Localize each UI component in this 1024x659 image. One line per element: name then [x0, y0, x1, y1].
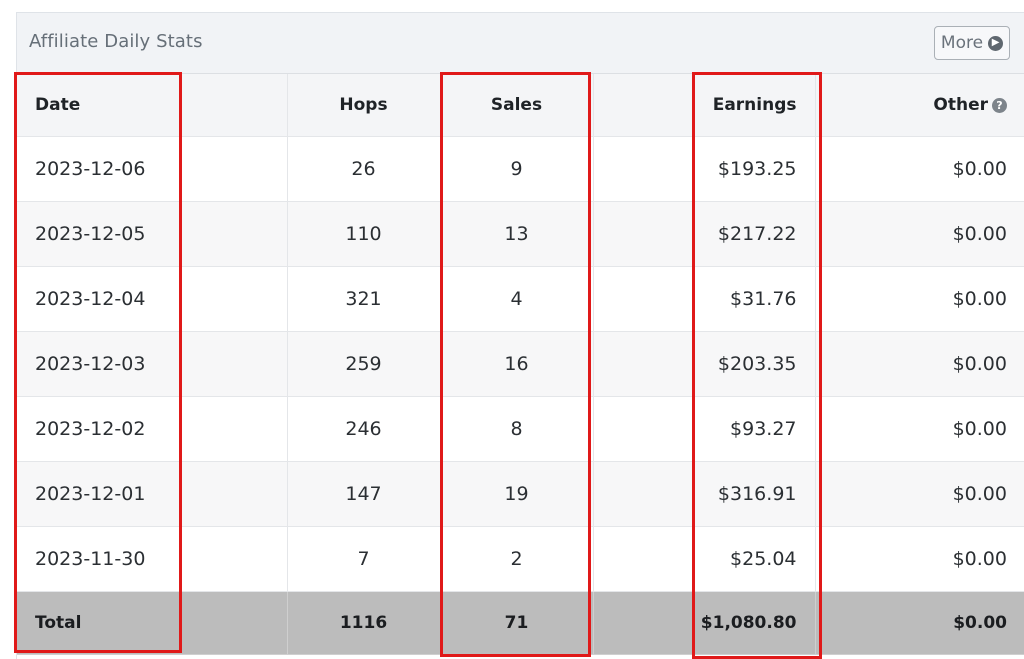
column-header-other-label: Other — [933, 94, 988, 115]
cell-earnings: $217.22 — [592, 200, 816, 267]
table-header-row: Date Hops Sales Earnings Other? — [17, 74, 1024, 137]
table-row: 2023-12-04 321 4 $31.76 $0.00 — [17, 265, 1024, 332]
table-row: 2023-12-03 259 16 $203.35 $0.00 — [17, 330, 1024, 397]
table-row: 2023-11-30 7 2 $25.04 $0.00 — [17, 525, 1024, 592]
total-sales: 71 — [439, 590, 594, 655]
cell-hops: 147 — [286, 460, 441, 527]
column-header-hops: Hops — [286, 74, 441, 137]
cell-date: 2023-12-02 — [17, 395, 288, 462]
cell-date: 2023-12-01 — [17, 460, 288, 527]
cell-sales: 8 — [439, 395, 594, 462]
column-header-earnings: Earnings — [592, 74, 816, 137]
column-header-sales: Sales — [439, 74, 594, 137]
cell-date: 2023-11-30 — [17, 525, 288, 592]
cell-earnings: $316.91 — [592, 460, 816, 527]
cell-hops: 110 — [286, 200, 441, 267]
total-other: $0.00 — [814, 590, 1024, 655]
cell-sales: 2 — [439, 525, 594, 592]
chevron-right-circle-icon: ▶ — [988, 35, 1004, 51]
cell-earnings: $203.35 — [592, 330, 816, 397]
table-body: 2023-12-06 26 9 $193.25 $0.00 2023-12-05 110 13… — [17, 135, 1024, 592]
cell-earnings: $31.76 — [592, 265, 816, 332]
panel-header: Affiliate Daily Stats More ▶ — [17, 13, 1024, 74]
table-row: 2023-12-02 246 8 $93.27 $0.00 — [17, 395, 1024, 462]
question-circle-icon[interactable]: ? — [992, 97, 1007, 113]
cell-hops: 246 — [286, 395, 441, 462]
more-button[interactable]: More ▶ — [934, 26, 1010, 60]
column-header-date: Date — [17, 74, 288, 137]
table-total-row: Total 1116 71 $1,080.80 $0.00 — [17, 590, 1024, 655]
cell-hops: 26 — [286, 135, 441, 202]
cell-other: $0.00 — [814, 395, 1024, 462]
table-row: 2023-12-06 26 9 $193.25 $0.00 — [17, 135, 1024, 202]
cell-date: 2023-12-05 — [17, 200, 288, 267]
total-earnings: $1,080.80 — [592, 590, 816, 655]
cell-earnings: $93.27 — [592, 395, 816, 462]
cell-sales: 4 — [439, 265, 594, 332]
cell-date: 2023-12-03 — [17, 330, 288, 397]
cell-sales: 13 — [439, 200, 594, 267]
cell-date: 2023-12-06 — [17, 135, 288, 202]
total-label: Total — [17, 590, 288, 655]
cell-hops: 7 — [286, 525, 441, 592]
cell-earnings: $25.04 — [592, 525, 816, 592]
cell-sales: 9 — [439, 135, 594, 202]
affiliate-stats-panel: Affiliate Daily Stats More ▶ Date Hops S… — [16, 12, 1024, 659]
cell-sales: 16 — [439, 330, 594, 397]
cell-sales: 19 — [439, 460, 594, 527]
panel-title: Affiliate Daily Stats — [29, 31, 203, 52]
cell-hops: 321 — [286, 265, 441, 332]
more-button-label: More — [940, 33, 984, 53]
cell-other: $0.00 — [814, 525, 1024, 592]
cell-other: $0.00 — [814, 330, 1024, 397]
cell-other: $0.00 — [814, 200, 1024, 267]
cell-other: $0.00 — [814, 135, 1024, 202]
cell-other: $0.00 — [814, 265, 1024, 332]
table-row: 2023-12-01 147 19 $316.91 $0.00 — [17, 460, 1024, 527]
total-hops: 1116 — [286, 590, 441, 655]
table-row: 2023-12-05 110 13 $217.22 $0.00 — [17, 200, 1024, 267]
cell-date: 2023-12-04 — [17, 265, 288, 332]
cell-hops: 259 — [286, 330, 441, 397]
stats-table: Date Hops Sales Earnings Other? 2023-12-… — [17, 74, 1024, 655]
cell-earnings: $193.25 — [592, 135, 816, 202]
column-header-other: Other? — [814, 74, 1024, 137]
cell-other: $0.00 — [814, 460, 1024, 527]
